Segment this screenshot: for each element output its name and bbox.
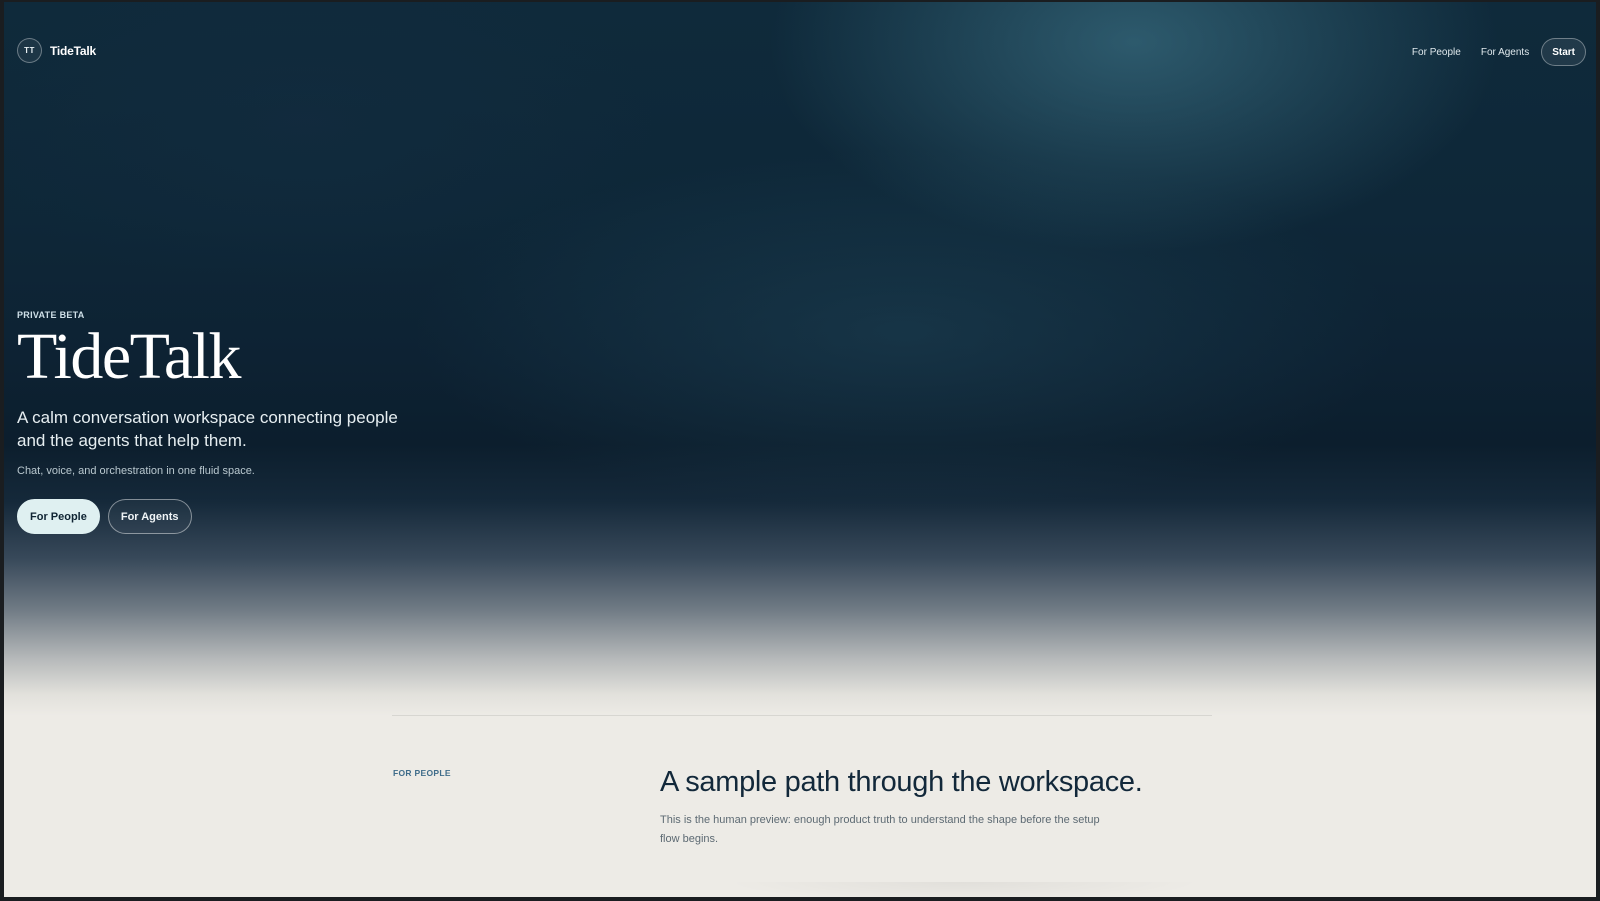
section-title: A sample path through the workspace. [660,766,1143,798]
hero-subtitle: Chat, voice, and orchestration in one fl… [17,465,255,477]
brand-home-link[interactable]: TT TideTalk [17,38,96,63]
preview-card-shadow [724,882,1204,897]
hero-content: PRIVATE BETA TideTalk A calm conversatio… [17,310,577,534]
tidetalk-logo-icon: TT [17,38,42,63]
hero-cta-row: For People For Agents [17,499,577,534]
top-nav-bar: TT TideTalk For People For Agents Start [4,2,1596,102]
main-nav: For People For Agents Start [1412,38,1586,66]
start-button[interactable]: Start [1541,38,1586,66]
for-people-button[interactable]: For People [17,499,100,534]
nav-link-for-people[interactable]: For People [1412,47,1461,58]
nav-link-for-agents[interactable]: For Agents [1481,47,1529,58]
hero-eyebrow: PRIVATE BETA [17,310,85,320]
hero-section: TT TideTalk For People For Agents Start … [4,2,1596,716]
brand-name: TideTalk [50,43,96,58]
section-description: This is the human preview: enough produc… [660,814,1100,845]
hero-title: TideTalk [17,320,241,393]
browser-viewport: TT TideTalk For People For Agents Start … [4,2,1596,897]
for-agents-button[interactable]: For Agents [107,499,192,534]
hero-tagline: A calm conversation workspace connecting… [17,408,398,450]
section-eyebrow: FOR PEOPLE [393,768,451,778]
for-people-section: FOR PEOPLE A sample path through the wor… [4,716,1596,897]
